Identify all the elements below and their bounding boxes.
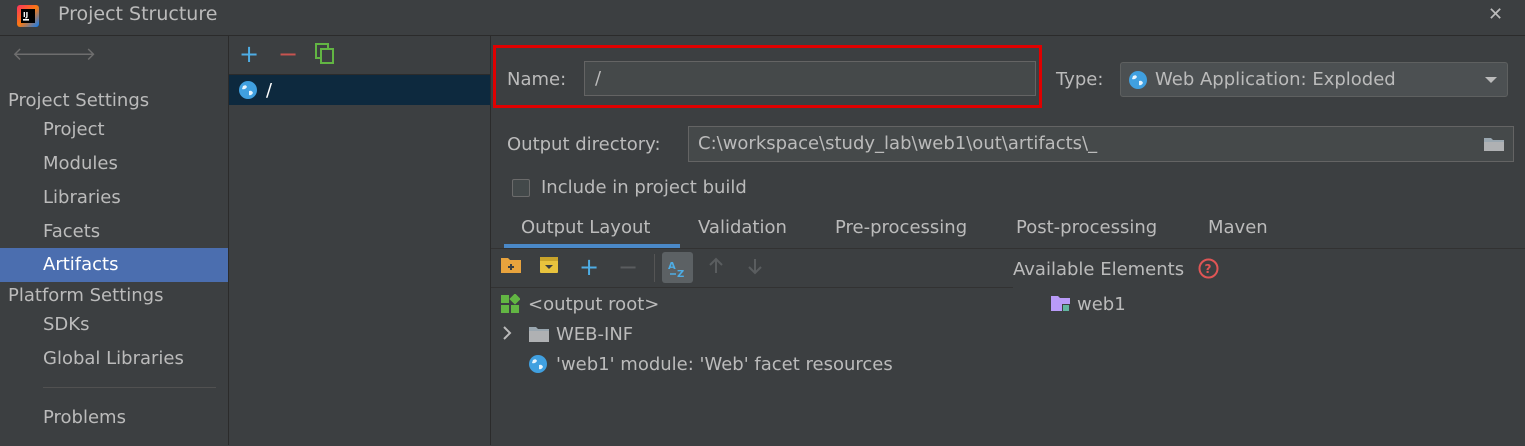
tree-item-output-root[interactable]: <output root>: [528, 294, 659, 315]
move-up-icon[interactable]: [707, 257, 725, 275]
tab-pre-processing[interactable]: Pre-processing: [835, 217, 967, 247]
project-settings-header: Project Settings: [8, 90, 150, 111]
available-element-web1[interactable]: web1: [1077, 294, 1126, 315]
forward-arrow-icon[interactable]: 🡒: [48, 44, 96, 65]
output-directory-label: Output directory:: [507, 134, 661, 155]
name-input[interactable]: /: [584, 61, 1036, 96]
folder-icon: [528, 325, 550, 343]
include-in-build-checkbox[interactable]: [512, 179, 530, 197]
window-title: Project Structure: [58, 3, 218, 25]
nav-separator: [43, 387, 216, 388]
nav-item-modules[interactable]: Modules: [0, 147, 228, 181]
add-artifact-icon[interactable]: +: [239, 40, 259, 68]
sort-az-icon: AZ: [667, 257, 689, 279]
add-element-icon[interactable]: +: [579, 253, 599, 281]
help-icon[interactable]: ?: [1198, 258, 1219, 279]
title-bar: [0, 0, 1525, 36]
module-folder-icon: [1050, 294, 1072, 314]
nav-item-facets[interactable]: Facets: [0, 215, 228, 249]
output-root-icon: [500, 294, 520, 314]
remove-element-icon[interactable]: −: [618, 253, 638, 281]
type-label: Type:: [1056, 69, 1104, 90]
web-globe-icon: [238, 80, 258, 100]
svg-text:A: A: [668, 261, 676, 272]
tab-maven[interactable]: Maven: [1208, 217, 1268, 247]
svg-text:?: ?: [1205, 262, 1212, 276]
chevron-down-icon[interactable]: [1484, 76, 1498, 84]
tree-item-web-facet-resources[interactable]: 'web1' module: 'Web' facet resources: [556, 354, 893, 375]
type-value: Web Application: Exploded: [1155, 69, 1396, 90]
new-directory-icon[interactable]: [500, 256, 522, 280]
browse-folder-icon[interactable]: [1483, 136, 1505, 152]
web-globe-icon: [1128, 70, 1148, 90]
close-icon[interactable]: ✕: [1488, 4, 1503, 25]
nav-item-global-libraries[interactable]: Global Libraries: [0, 342, 228, 376]
nav-item-problems[interactable]: Problems: [0, 401, 228, 435]
svg-text:IJ: IJ: [23, 11, 28, 19]
output-directory-input[interactable]: C:\workspace\study_lab\web1\out\artifact…: [688, 126, 1514, 162]
artifact-list: [229, 74, 490, 446]
move-down-icon[interactable]: [746, 257, 764, 275]
tab-validation[interactable]: Validation: [698, 217, 787, 247]
toolbar-divider: [654, 254, 655, 282]
tab-output-layout[interactable]: Output Layout: [521, 217, 650, 247]
remove-artifact-icon[interactable]: −: [278, 40, 298, 68]
include-in-build-label: Include in project build: [541, 177, 747, 198]
platform-settings-header: Platform Settings: [8, 285, 164, 306]
svg-text:Z: Z: [677, 269, 684, 279]
nav-item-project[interactable]: Project: [0, 113, 228, 147]
nav-item-sdks[interactable]: SDKs: [0, 308, 228, 342]
tree-item-web-inf[interactable]: WEB-INF: [556, 324, 633, 345]
tab-post-processing[interactable]: Post-processing: [1016, 217, 1157, 247]
intellij-logo-icon: IJ: [17, 5, 39, 27]
nav-item-artifacts[interactable]: Artifacts: [0, 248, 228, 282]
web-facet-icon: [528, 354, 548, 374]
name-label: Name:: [507, 69, 567, 90]
chevron-right-icon[interactable]: [502, 326, 512, 340]
nav-item-libraries[interactable]: Libraries: [0, 181, 228, 215]
artifact-name: /: [266, 80, 273, 101]
available-elements-label: Available Elements: [1013, 259, 1185, 280]
layout-tree-divider: [491, 287, 1013, 288]
copy-artifact-icon[interactable]: [315, 43, 335, 65]
new-archive-icon[interactable]: [539, 256, 559, 280]
tab-divider: [491, 248, 1525, 249]
